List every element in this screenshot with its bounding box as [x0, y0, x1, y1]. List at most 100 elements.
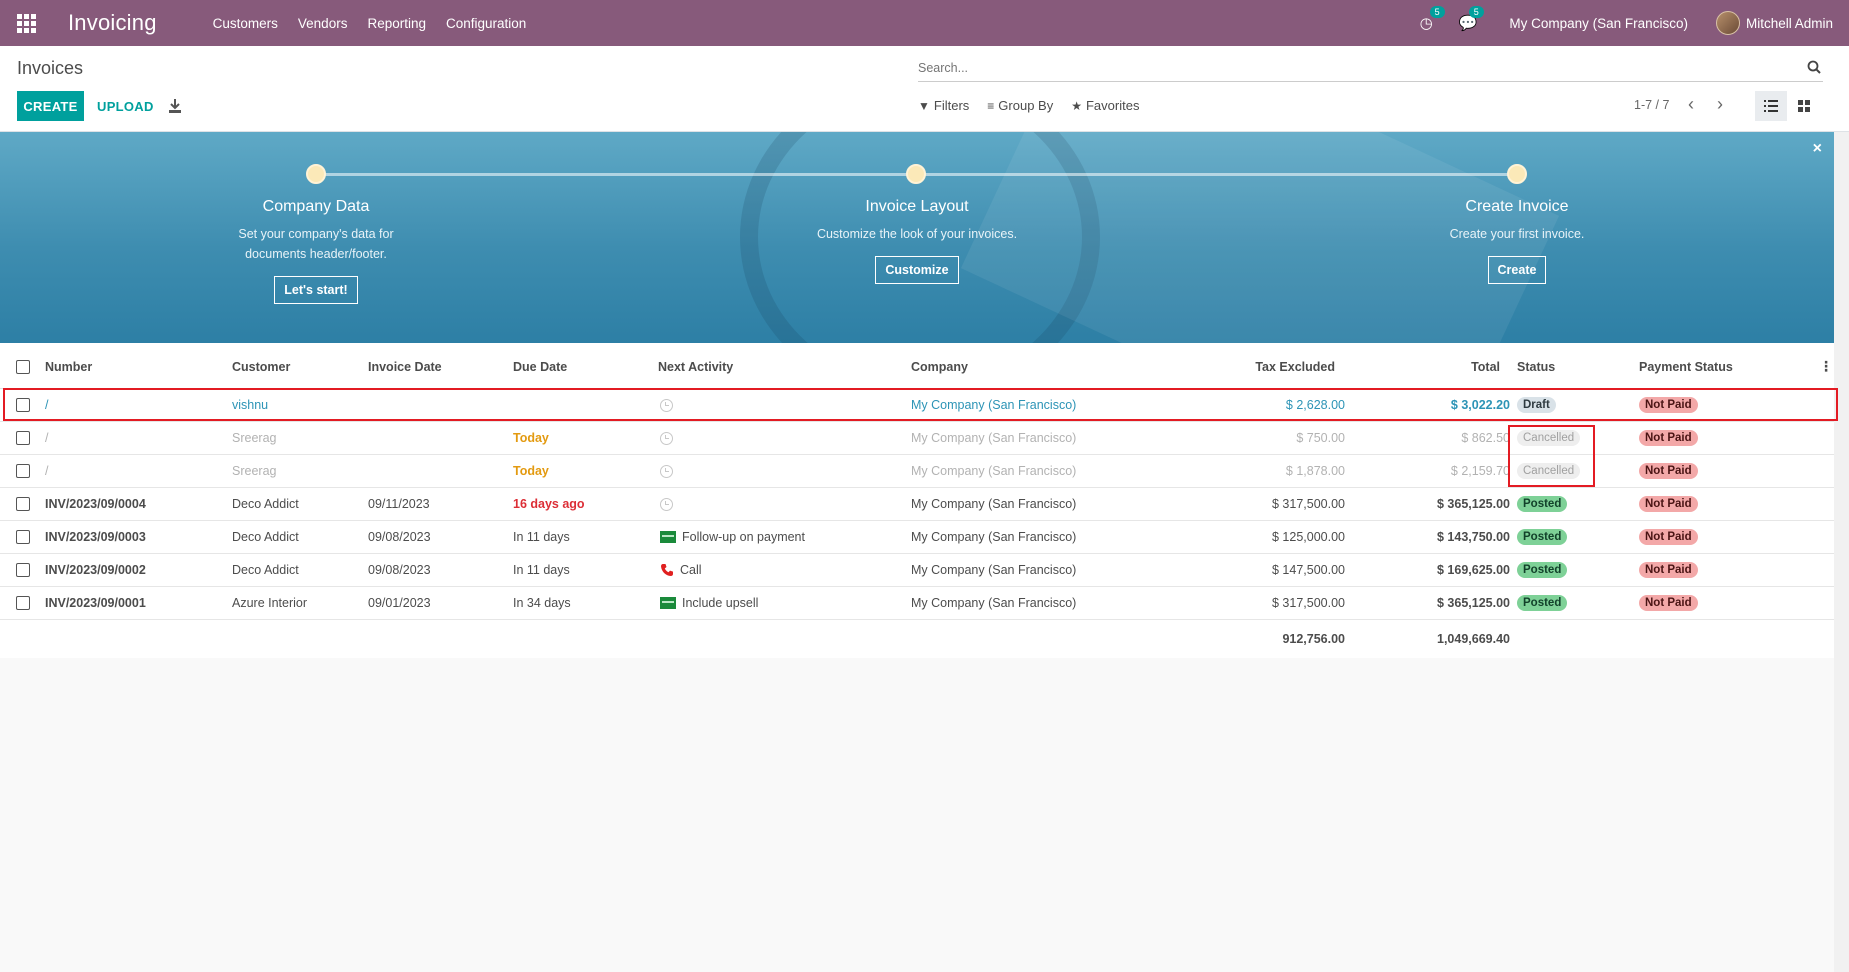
page-scrollbar[interactable]: [1834, 132, 1849, 972]
step-title: Company Data: [262, 198, 370, 215]
search-icon[interactable]: [1807, 60, 1821, 74]
apps-menu-icon[interactable]: [0, 0, 52, 46]
step-invoice-layout: Invoice Layout Customize the look of you…: [787, 198, 1047, 284]
activity-label[interactable]: Call: [680, 563, 702, 577]
activities-button[interactable]: ◷ 5: [1420, 6, 1445, 32]
menu-configuration[interactable]: Configuration: [446, 16, 526, 31]
highlight-box-cancelled-status: [1508, 425, 1595, 487]
menu-customers[interactable]: Customers: [213, 16, 278, 31]
status-badge: Posted: [1517, 529, 1568, 545]
download-icon[interactable]: [168, 98, 182, 114]
column-number[interactable]: Number: [45, 343, 92, 388]
totals-row: 912,756.00 1,049,669.40: [0, 620, 1834, 658]
search-input[interactable]: [918, 56, 1778, 80]
company-switcher[interactable]: My Company (San Francisco): [1509, 16, 1688, 31]
step-create-invoice: Create Invoice Create your first invoice…: [1387, 198, 1647, 284]
user-menu[interactable]: Mitchell Admin: [1746, 16, 1833, 31]
table-row[interactable]: INV/2023/09/0003 Deco Addict 09/08/2023 In …: [0, 521, 1834, 554]
invoice-number[interactable]: /: [45, 422, 48, 454]
customer-name[interactable]: Sreerag: [232, 422, 276, 454]
money-icon: [660, 597, 676, 609]
next-activity[interactable]: Call: [660, 554, 702, 586]
phone-icon: [661, 564, 673, 576]
step-description: Set your company's data for documents he…: [238, 227, 394, 261]
row-checkbox[interactable]: [16, 488, 30, 520]
row-checkbox[interactable]: [16, 554, 30, 586]
row-checkbox[interactable]: [16, 422, 30, 454]
column-company[interactable]: Company: [911, 343, 968, 388]
pager-value[interactable]: 1-7 / 7: [1634, 98, 1669, 112]
select-all-checkbox[interactable]: [16, 343, 30, 388]
column-next-activity[interactable]: Next Activity: [658, 343, 733, 388]
invoice-number[interactable]: INV/2023/09/0004: [45, 488, 146, 520]
next-activity[interactable]: Follow-up on payment: [660, 521, 805, 553]
lets-start-button[interactable]: Let's start!: [274, 276, 358, 304]
table-row[interactable]: INV/2023/09/0004 Deco Addict 09/11/2023 16 …: [0, 488, 1834, 521]
close-icon[interactable]: ×: [1813, 140, 1822, 158]
activity-clock-icon[interactable]: [660, 464, 673, 478]
due-date: In 11 days: [513, 530, 570, 544]
column-payment-status[interactable]: Payment Status: [1639, 343, 1733, 388]
customer-name[interactable]: Azure Interior: [232, 587, 307, 619]
column-customer[interactable]: Customer: [232, 343, 290, 388]
customer-name[interactable]: Deco Addict: [232, 521, 299, 553]
company-name: My Company (San Francisco): [911, 464, 1077, 478]
table-row[interactable]: INV/2023/09/0001 Azure Interior 09/01/2023…: [0, 587, 1834, 620]
payment-status-badge: Not Paid: [1639, 463, 1698, 479]
list-view-button[interactable]: [1755, 91, 1787, 121]
upload-button[interactable]: UPLOAD: [97, 91, 154, 121]
invoice-number[interactable]: INV/2023/09/0002: [45, 554, 146, 586]
due-date: In 34 days: [513, 596, 571, 610]
pager-previous-icon[interactable]: ‹: [1688, 94, 1694, 115]
create-button[interactable]: CREATE: [17, 91, 84, 121]
next-activity[interactable]: Include upsell: [660, 587, 758, 619]
column-tax-excluded[interactable]: Tax Excluded: [1200, 343, 1335, 388]
next-activity[interactable]: [660, 455, 673, 487]
due-date: 16 days ago: [513, 497, 585, 511]
create-invoice-button[interactable]: Create: [1487, 256, 1547, 284]
customer-name[interactable]: Deco Addict: [232, 554, 299, 586]
filters-button[interactable]: ▼ Filters: [918, 98, 969, 113]
kanban-view-button[interactable]: [1788, 91, 1820, 121]
customer-name[interactable]: Sreerag: [232, 455, 276, 487]
status-cell: Posted: [1517, 554, 1568, 586]
row-checkbox[interactable]: [16, 455, 30, 487]
messages-button[interactable]: 💬 5: [1459, 6, 1484, 32]
customer-name[interactable]: Deco Addict: [232, 488, 299, 520]
column-due-date[interactable]: Due Date: [513, 343, 567, 388]
column-status[interactable]: Status: [1517, 343, 1555, 388]
activity-label[interactable]: Follow-up on payment: [682, 530, 805, 544]
favorites-button[interactable]: ★ Favorites: [1071, 98, 1139, 113]
tax-excluded-amount: $ 147,500.00: [1272, 563, 1345, 577]
highlight-box-draft-row: [3, 388, 1838, 421]
next-activity[interactable]: [660, 422, 673, 454]
step-title: Create Invoice: [1465, 198, 1569, 215]
app-name[interactable]: Invoicing: [68, 10, 157, 36]
payment-status-cell: Not Paid: [1639, 554, 1698, 586]
column-total[interactable]: Total: [1400, 343, 1500, 388]
activity-clock-icon[interactable]: [660, 431, 673, 445]
payment-status-badge: Not Paid: [1639, 562, 1698, 578]
invoice-date: 09/08/2023: [368, 563, 431, 577]
step-title: Invoice Layout: [865, 198, 969, 215]
group-by-button[interactable]: ≡ Group By: [987, 98, 1053, 113]
invoice-number[interactable]: /: [45, 455, 48, 487]
row-checkbox[interactable]: [16, 587, 30, 619]
customize-button[interactable]: Customize: [875, 256, 959, 284]
invoice-number[interactable]: INV/2023/09/0003: [45, 521, 146, 553]
step-dot-invoice-layout: [906, 164, 926, 184]
menu-vendors[interactable]: Vendors: [298, 16, 348, 31]
pager-next-icon[interactable]: ›: [1717, 94, 1723, 115]
user-avatar[interactable]: [1715, 11, 1740, 35]
optional-columns-icon[interactable]: ⋮: [1819, 343, 1833, 388]
group-by-label: Group By: [998, 98, 1054, 113]
column-invoice-date[interactable]: Invoice Date: [368, 343, 442, 388]
activity-clock-icon[interactable]: [660, 497, 673, 511]
step-dot-create-invoice: [1507, 164, 1527, 184]
invoice-number[interactable]: INV/2023/09/0001: [45, 587, 146, 619]
next-activity[interactable]: [660, 488, 673, 520]
activity-label[interactable]: Include upsell: [682, 596, 758, 610]
menu-reporting[interactable]: Reporting: [367, 16, 426, 31]
table-row[interactable]: INV/2023/09/0002 Deco Addict 09/08/2023 In …: [0, 554, 1834, 587]
row-checkbox[interactable]: [16, 521, 30, 553]
